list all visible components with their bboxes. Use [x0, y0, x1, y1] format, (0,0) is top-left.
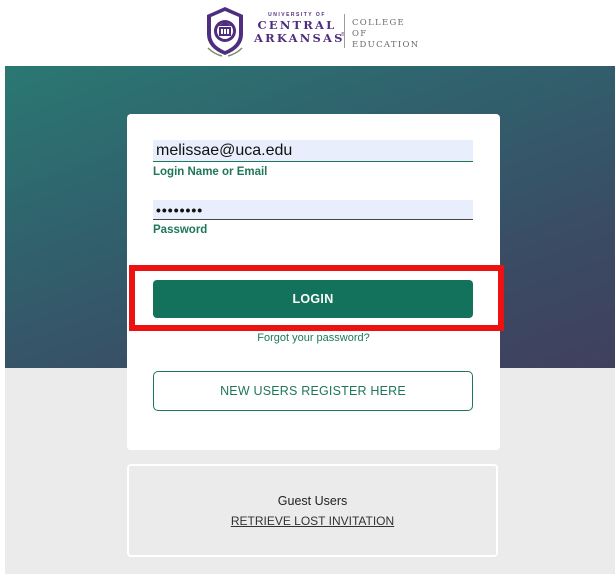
guest-card: Guest Users RETRIEVE LOST INVITATION: [127, 464, 498, 557]
password-label: Password: [153, 224, 208, 236]
university-seal-icon: [207, 7, 243, 57]
university-line-2: ARKANSAS: [254, 31, 345, 45]
forgot-password-link[interactable]: Forgot your password?: [127, 332, 500, 344]
guest-title: Guest Users: [277, 494, 348, 508]
uca-logo[interactable]: UNIVERSITY OF CENTRAL ARKANSAS ® COLLEGE…: [202, 4, 422, 60]
university-name: UNIVERSITY OF CENTRAL ARKANSAS: [254, 12, 345, 45]
register-button[interactable]: NEW USERS REGISTER HERE: [153, 371, 473, 411]
header: UNIVERSITY OF CENTRAL ARKANSAS ® COLLEGE…: [0, 0, 615, 66]
retrieve-invitation-link[interactable]: RETRIEVE LOST INVITATION: [129, 514, 496, 528]
password-field-group: Password: [153, 200, 473, 236]
college-name: COLLEGE OF EDUCATION: [352, 18, 422, 51]
college-line-2: EDUCATION: [352, 40, 420, 50]
login-card: Login Name or Email Password LOGIN Forgo…: [127, 114, 500, 450]
email-input[interactable]: [153, 140, 473, 162]
login-page: UNIVERSITY OF CENTRAL ARKANSAS ® COLLEGE…: [0, 0, 615, 574]
email-label: Login Name or Email: [153, 166, 268, 178]
login-button[interactable]: LOGIN: [153, 280, 473, 318]
college-line-1: COLLEGE OF: [352, 18, 406, 39]
email-field-group: Login Name or Email: [153, 140, 473, 178]
logo-divider: [344, 14, 345, 48]
password-input[interactable]: [153, 200, 473, 220]
